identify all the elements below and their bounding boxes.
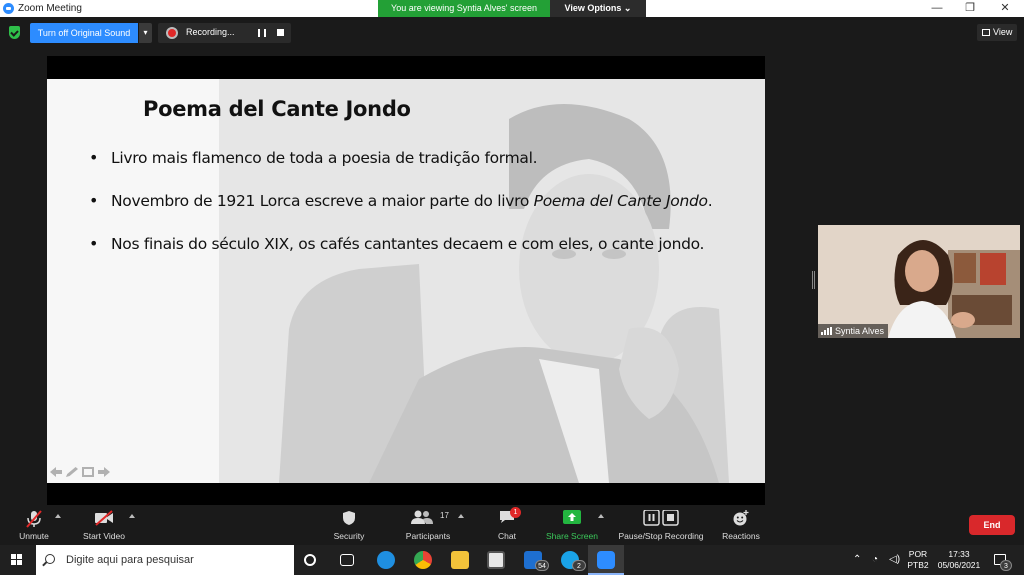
viewing-screen-banner: You are viewing Syntia Alves' screen	[378, 0, 550, 17]
chat-button[interactable]: 1 Chat	[488, 505, 526, 545]
input-language[interactable]: POR PTB2	[906, 549, 930, 571]
minimize-button[interactable]: —	[922, 1, 952, 16]
participant-video	[818, 225, 1020, 338]
pen-icon[interactable]	[66, 467, 78, 477]
meeting-controls-bar: Unmute Start Video Security 17 Participa…	[0, 505, 1024, 545]
video-off-icon	[95, 510, 113, 526]
skype-badge: 2	[572, 560, 586, 571]
chrome-browser-icon[interactable]	[414, 551, 432, 569]
window-title: Zoom Meeting	[18, 3, 82, 14]
participants-button[interactable]: 17 Participants	[400, 505, 456, 545]
encryption-shield-icon[interactable]	[9, 26, 20, 39]
chat-unread-badge: 1	[510, 507, 521, 518]
next-slide-icon[interactable]	[98, 467, 110, 477]
close-button[interactable]: ✕	[990, 1, 1020, 16]
view-label: View	[993, 27, 1013, 37]
original-sound-button[interactable]: Turn off Original Sound	[30, 23, 138, 43]
slide-menu-icon[interactable]	[82, 467, 94, 477]
view-grid-icon	[982, 29, 990, 36]
slide-bullet: Nos finais do século XIX, os cafés canta…	[89, 235, 749, 278]
slide-title: Poema del Cante Jondo	[143, 97, 411, 121]
previous-slide-icon[interactable]	[50, 467, 62, 477]
unmute-button[interactable]: Unmute	[14, 505, 54, 545]
stop-recording-icon[interactable]	[277, 29, 284, 36]
reactions-button[interactable]: Reactions	[718, 505, 764, 545]
participants-icon	[411, 510, 433, 524]
store-icon[interactable]	[487, 551, 505, 569]
view-options-button[interactable]: View Options ⌄	[550, 0, 646, 17]
slide-bullet-list: Livro mais flamenco de toda a poesia de …	[89, 149, 749, 278]
slide-bullet: Livro mais flamenco de toda a poesia de …	[89, 149, 749, 192]
muted-microphone-icon	[26, 510, 42, 528]
security-button[interactable]: Security	[326, 505, 372, 545]
zoom-taskbar-icon	[597, 551, 615, 569]
mail-badge: 54	[535, 560, 549, 571]
start-video-button[interactable]: Start Video	[78, 505, 130, 545]
notifications-badge: 3	[1000, 560, 1012, 571]
slide-navigation	[50, 467, 110, 479]
video-options-caret[interactable]	[129, 514, 135, 518]
reactions-smiley-icon	[733, 510, 749, 526]
windows-taskbar: Digite aqui para pesquisar 54 2 ⌃ ◔ ◁) P…	[0, 545, 1024, 575]
slide-background-photo	[219, 79, 765, 483]
share-screen-icon	[563, 510, 581, 524]
task-view-icon[interactable]	[340, 554, 354, 566]
edge-browser-icon[interactable]	[377, 551, 395, 569]
signal-strength-icon	[821, 327, 832, 335]
participants-count: 17	[440, 511, 449, 520]
recording-indicator: Recording...	[158, 23, 291, 43]
pause-recording-icon[interactable]	[258, 29, 266, 37]
tray-expand-icon[interactable]: ⌃	[853, 554, 861, 565]
share-options-caret[interactable]	[598, 514, 604, 518]
taskbar-search-input[interactable]: Digite aqui para pesquisar	[36, 545, 294, 575]
cortana-icon[interactable]	[304, 554, 316, 566]
participants-options-caret[interactable]	[458, 514, 464, 518]
pause-stop-icon	[643, 510, 679, 526]
search-icon	[45, 554, 55, 564]
windows-start-icon[interactable]	[11, 554, 23, 566]
end-meeting-button[interactable]: End	[969, 515, 1015, 535]
zoom-app-icon	[3, 3, 14, 14]
security-shield-icon	[343, 511, 355, 525]
participant-name-tag: Syntia Alves	[818, 324, 889, 338]
presentation-slide: Poema del Cante Jondo Livro mais flamenc…	[47, 79, 765, 483]
taskbar-clock[interactable]: 17:33 05/06/2021	[934, 549, 984, 571]
panel-resize-handle[interactable]	[812, 271, 815, 289]
restore-button[interactable]: ❐	[955, 1, 985, 16]
volume-icon[interactable]: ◁)	[889, 554, 900, 565]
participant-name: Syntia Alves	[835, 326, 885, 336]
participant-video-tile[interactable]: Syntia Alves	[818, 225, 1020, 338]
recording-dot-icon	[168, 29, 176, 37]
view-button[interactable]: View	[977, 24, 1017, 41]
file-explorer-icon[interactable]	[451, 551, 469, 569]
audio-options-caret[interactable]	[55, 514, 61, 518]
slide-bullet: Novembro de 1921 Lorca escreve a maior p…	[89, 192, 749, 235]
zoom-taskbar-item[interactable]	[588, 545, 624, 575]
share-screen-button[interactable]: Share Screen	[544, 505, 600, 545]
wifi-icon[interactable]: ◔	[872, 554, 878, 565]
pause-stop-recording-button[interactable]: Pause/Stop Recording	[614, 505, 708, 545]
recording-label: Recording...	[186, 27, 235, 37]
original-sound-dropdown[interactable]: ▾	[139, 23, 152, 43]
